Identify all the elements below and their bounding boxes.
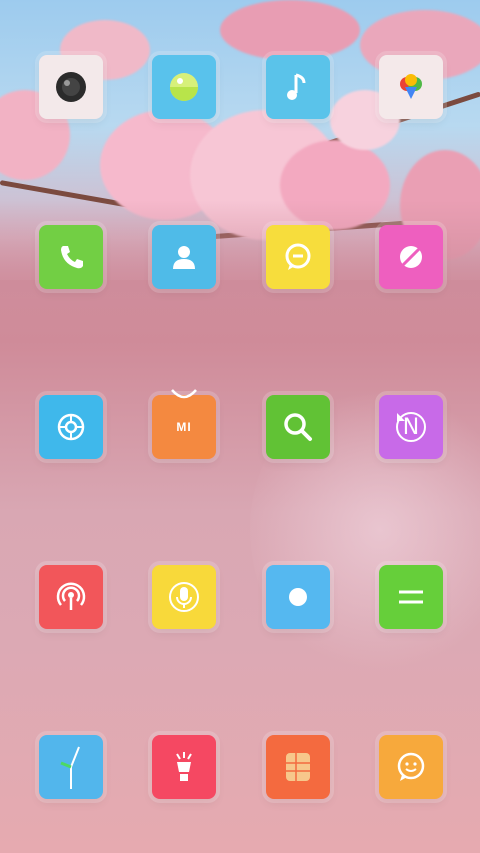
home-screen: MI N bbox=[0, 0, 480, 853]
flashlight-app-icon[interactable] bbox=[152, 735, 216, 799]
music-note-icon bbox=[287, 73, 306, 100]
camera-app-icon[interactable] bbox=[39, 55, 103, 119]
recorder-app-icon[interactable] bbox=[152, 565, 216, 629]
feedback-app-icon[interactable] bbox=[379, 735, 443, 799]
browser-app-icon[interactable] bbox=[379, 225, 443, 289]
clock-app-icon[interactable] bbox=[39, 735, 103, 799]
search-app-icon[interactable] bbox=[266, 395, 330, 459]
flashlight-icon bbox=[176, 752, 192, 781]
phone-app-icon[interactable] bbox=[39, 225, 103, 289]
music-app-icon[interactable] bbox=[266, 55, 330, 119]
settings-app-icon[interactable] bbox=[39, 395, 103, 459]
sim-card-icon bbox=[286, 753, 310, 781]
hotspot-app-icon[interactable] bbox=[39, 565, 103, 629]
note-circle bbox=[396, 412, 426, 442]
app-grid: MI N bbox=[0, 0, 480, 853]
messages-app-icon[interactable] bbox=[266, 225, 330, 289]
chat-bubble-icon bbox=[285, 243, 311, 270]
notes-app-icon[interactable]: N bbox=[379, 395, 443, 459]
broadcast-icon bbox=[56, 582, 86, 610]
record-dot-icon bbox=[289, 588, 307, 606]
gallery-app-icon[interactable] bbox=[152, 55, 216, 119]
sim-toolkit-app-icon[interactable] bbox=[266, 735, 330, 799]
magnifier-icon bbox=[284, 413, 312, 441]
contacts-app-icon[interactable] bbox=[152, 225, 216, 289]
camera-lens-icon bbox=[56, 72, 86, 102]
photos-app-icon[interactable] bbox=[379, 55, 443, 119]
mi-bag-handle bbox=[171, 389, 197, 399]
smiley-chat-icon bbox=[397, 752, 425, 781]
mi-store-app-icon[interactable]: MI bbox=[152, 389, 216, 459]
phone-handset-icon bbox=[61, 246, 83, 269]
gear-icon bbox=[57, 413, 85, 441]
mi-bag-icon: MI bbox=[176, 420, 192, 434]
screen-recorder-app-icon[interactable] bbox=[266, 565, 330, 629]
equals-icon bbox=[399, 590, 423, 604]
person-icon bbox=[173, 246, 195, 269]
landscape-icon bbox=[170, 73, 198, 101]
google-photos-pin-icon bbox=[400, 74, 422, 99]
browser-orbit-icon bbox=[400, 246, 422, 268]
calculator-app-icon[interactable] bbox=[379, 565, 443, 629]
clock-hands-icon bbox=[60, 746, 80, 789]
microphone-icon bbox=[169, 582, 199, 612]
